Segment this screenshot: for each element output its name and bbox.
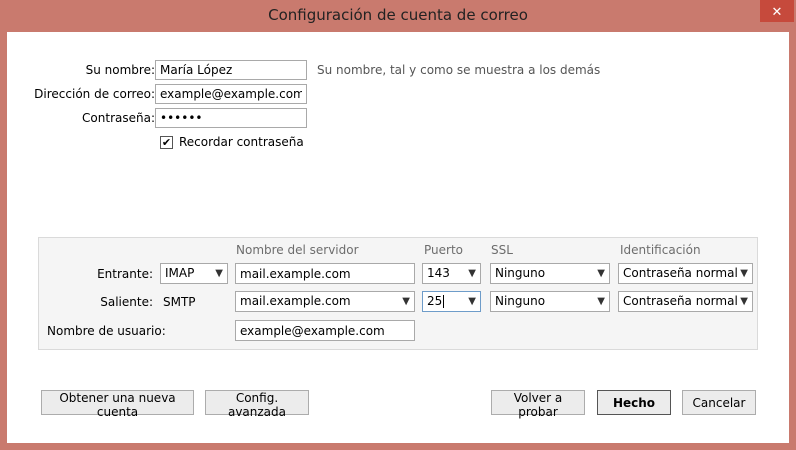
retest-button[interactable]: Volver a probar [491, 390, 585, 419]
advanced-config-button[interactable]: Config. avanzada [205, 390, 309, 419]
name-input[interactable] [155, 60, 307, 80]
done-button[interactable]: Hecho [597, 390, 671, 415]
email-label: Dirección de correo: [34, 87, 155, 101]
header-ssl: SSL [491, 243, 513, 257]
chevron-down-icon: ▼ [402, 296, 410, 307]
name-hint: Su nombre, tal y como se muestra a los d… [317, 63, 601, 77]
name-label: Su nombre: [85, 63, 155, 77]
header-port: Puerto [424, 243, 463, 257]
header-server-name: Nombre del servidor [236, 243, 359, 257]
chevron-down-icon: ▼ [468, 268, 476, 279]
chevron-down-icon: ▼ [740, 296, 748, 307]
close-icon: ✕ [771, 4, 783, 19]
server-settings-panel: Nombre del servidor Puerto SSL Identific… [38, 237, 758, 350]
chevron-down-icon: ▼ [740, 268, 748, 279]
outgoing-ssl-select[interactable]: Ninguno ▼ [490, 291, 610, 312]
chevron-down-icon: ▼ [597, 296, 605, 307]
incoming-port-select[interactable]: 143 ▼ [422, 263, 481, 284]
outgoing-port-select[interactable]: 25 ▼ [422, 291, 481, 312]
username-label: Nombre de usuario: [47, 324, 166, 338]
incoming-protocol-select[interactable]: IMAP ▼ [160, 263, 228, 284]
outgoing-protocol: SMTP [163, 295, 196, 309]
text-cursor [443, 295, 445, 308]
incoming-hostname-input[interactable] [235, 263, 415, 284]
remember-password-label[interactable]: Recordar contraseña [179, 135, 304, 149]
incoming-label: Entrante: [97, 267, 153, 281]
password-input[interactable] [155, 108, 307, 128]
incoming-auth-select[interactable]: Contraseña normal ▼ [618, 263, 753, 284]
check-icon: ✔ [161, 136, 172, 149]
email-input[interactable] [155, 84, 307, 104]
outgoing-auth-select[interactable]: Contraseña normal ▼ [618, 291, 753, 312]
title-bar: Configuración de cuenta de correo ✕ [0, 0, 796, 32]
password-label: Contraseña: [82, 111, 155, 125]
incoming-ssl-select[interactable]: Ninguno ▼ [490, 263, 610, 284]
cancel-button[interactable]: Cancelar [682, 390, 756, 415]
chevron-down-icon: ▼ [597, 268, 605, 279]
chevron-down-icon: ▼ [468, 296, 476, 307]
outgoing-hostname-select[interactable]: mail.example.com ▼ [235, 291, 415, 312]
chevron-down-icon: ▼ [215, 268, 223, 279]
header-auth: Identificación [620, 243, 701, 257]
window-title: Configuración de cuenta de correo [268, 6, 528, 24]
remember-password-checkbox[interactable]: ✔ [160, 136, 173, 149]
new-account-button[interactable]: Obtener una nueva cuenta [41, 390, 194, 419]
username-input[interactable] [235, 320, 415, 341]
close-button[interactable]: ✕ [760, 0, 794, 22]
outgoing-label: Saliente: [100, 295, 153, 309]
dialog-body: Su nombre: Su nombre, tal y como se mues… [7, 32, 789, 443]
